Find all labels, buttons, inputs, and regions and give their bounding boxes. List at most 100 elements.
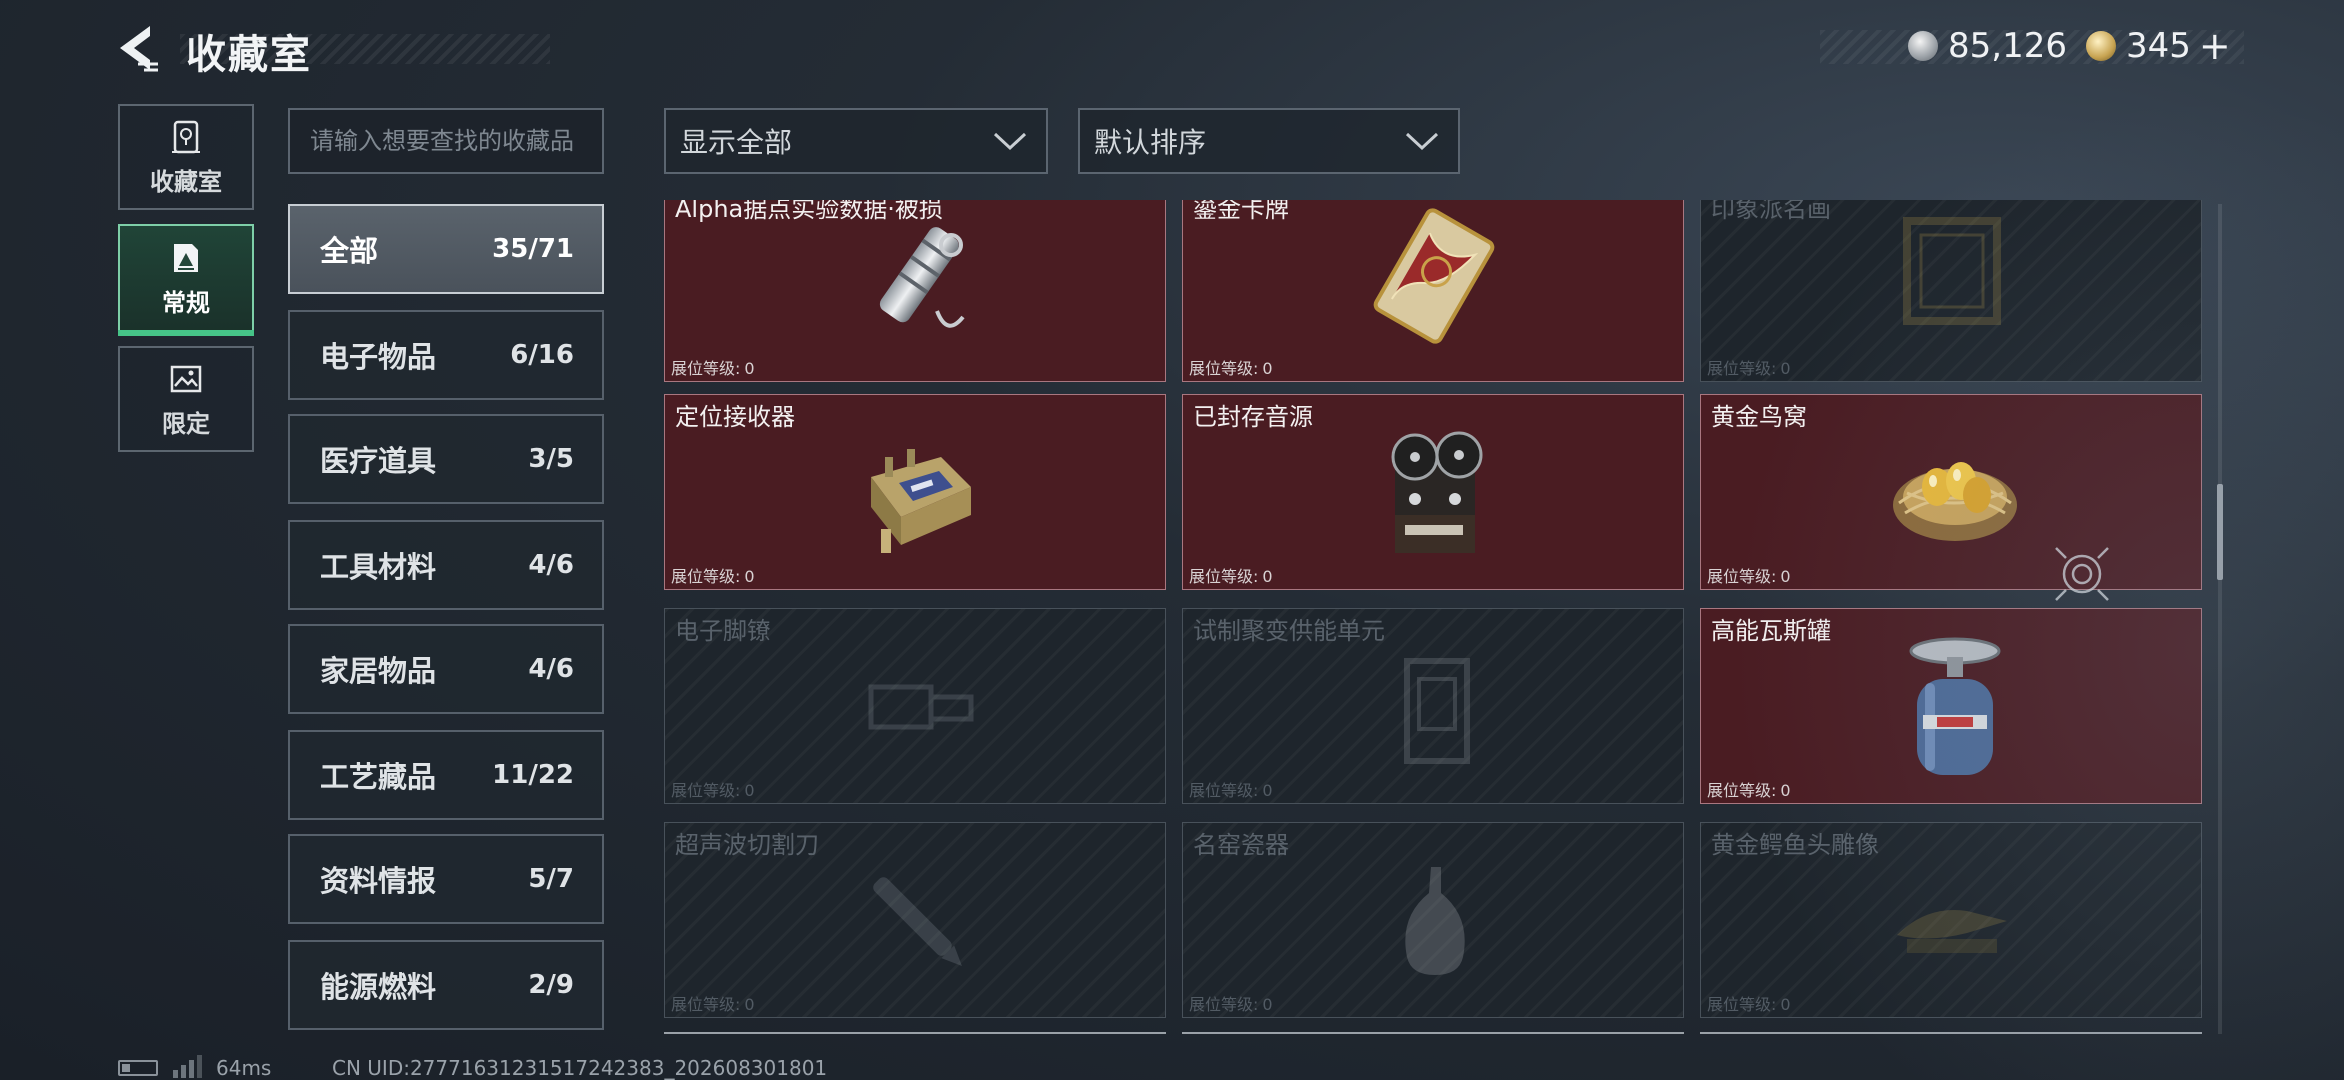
category-name: 工具材料 [320,550,437,584]
target-reticle-icon [2055,547,2109,601]
filter-dropdown[interactable]: 显示全部 [664,108,1048,174]
category-count: 11/22 [492,760,574,790]
collectible-level: 展位等级: 0 [671,355,755,379]
gold-coin-icon [2086,31,2116,61]
category-name: 能源燃料 [320,970,437,1004]
category-count: 5/7 [528,864,574,894]
level-label: 展位等级: [1189,995,1259,1014]
category-count: 6/16 [510,340,574,370]
back-arrow-icon [120,26,158,72]
category-all[interactable]: 全部 35/71 [288,204,604,294]
level-label: 展位等级: [1189,781,1259,800]
category-tools[interactable]: 工具材料 4/6 [288,520,604,610]
collectible-card[interactable]: 试制聚变供能单元 展位等级: 0 [1182,608,1684,804]
collectible-name: 黄金鳄鱼头雕像 [1711,831,1879,859]
level-value: 0 [1780,567,1791,586]
next-row-edge [664,1032,1166,1038]
collectible-card[interactable]: 超声波切割刀 展位等级: 0 [664,822,1166,1018]
user-uid: CN UID:27771631231517242383_202608301801 [332,1056,828,1080]
category-name: 医疗道具 [320,444,437,478]
collection-grid[interactable]: Alpha据点实验数据·被损 展位等级: 0 鎏金卡牌 展位等级: 0 印象派名画 [662,200,2206,1038]
category-count: 3/5 [528,444,574,474]
category-household[interactable]: 家居物品 4/6 [288,624,604,714]
category-medical[interactable]: 医疗道具 3/5 [288,414,604,504]
level-label: 展位等级: [1707,781,1777,800]
tab-limited[interactable]: 限定 [118,346,254,452]
search-input[interactable] [288,108,604,174]
collectible-card[interactable]: 印象派名画 展位等级: 0 [1700,200,2202,382]
silver-currency: 85,126 [1908,26,2067,66]
collectible-level: 展位等级: 0 [671,563,755,587]
category-electronics[interactable]: 电子物品 6/16 [288,310,604,400]
collectible-card[interactable]: 鎏金卡牌 展位等级: 0 [1182,200,1684,382]
collectible-level: 展位等级: 0 [671,777,755,801]
back-button[interactable] [116,24,160,72]
collectible-name: 超声波切割刀 [675,831,819,859]
reel-to-reel-icon [1391,431,1483,553]
collectible-level: 展位等级: 0 [1707,991,1791,1015]
collectible-level: 展位等级: 0 [1707,563,1791,587]
vault-icon [172,120,200,153]
level-value: 0 [1780,359,1791,378]
collectible-card[interactable]: 名窑瓷器 展位等级: 0 [1182,822,1684,1018]
gas-canister-icon [1909,637,2001,775]
collectible-level: 展位等级: 0 [1707,777,1791,801]
collectible-card[interactable]: 定位接收器 展位等级: 0 [664,394,1166,590]
collectible-name: 定位接收器 [675,403,795,431]
collectible-level: 展位等级: 0 [1189,355,1273,379]
painting-frame-icon [1903,217,2001,325]
level-label: 展位等级: [671,995,741,1014]
level-value: 0 [1780,781,1791,800]
collectible-level: 展位等级: 0 [1707,355,1791,379]
silver-coin-icon [1908,31,1938,61]
porcelain-vase-icon [1405,867,1465,975]
gold-crocodile-statue-icon [1897,910,2007,953]
filter-value: 显示全部 [680,126,793,159]
golden-nest-icon [1893,462,2017,541]
collectible-card[interactable]: 黄金鸟窝 展位等级: 0 [1700,394,2202,590]
ankle-monitor-icon [868,684,974,730]
category-intel[interactable]: 资料情报 5/7 [288,834,604,924]
silver-amount: 85,126 [1948,26,2067,66]
tab-regular[interactable]: 常规 [118,224,254,336]
add-currency-button[interactable]: + [2199,24,2231,68]
collectible-card[interactable]: 黄金鳄鱼头雕像 展位等级: 0 [1700,822,2202,1018]
cutter-icon [873,877,962,966]
level-value: 0 [1262,359,1273,378]
category-name: 电子物品 [320,340,437,374]
tab-collection-room[interactable]: 收藏室 [118,104,254,210]
level-label: 展位等级: [1189,359,1259,378]
ping-readout: 64ms [216,1056,272,1080]
category-name: 全部 [320,234,379,268]
category-energy[interactable]: 能源燃料 2/9 [288,940,604,1030]
collectible-name: 鎏金卡牌 [1193,200,1289,223]
tab-label: 收藏室 [150,167,222,196]
collectible-card[interactable]: 已封存音源 展位等级: 0 [1182,394,1684,590]
flashlight-keychain-icon [879,227,965,328]
collectible-level: 展位等级: 0 [671,991,755,1015]
collectible-level: 展位等级: 0 [1189,563,1273,587]
tab-label: 限定 [162,409,210,438]
gold-currency[interactable]: 345 + [2086,24,2231,68]
level-label: 展位等级: [671,567,741,586]
next-row-edge [1182,1032,1684,1038]
level-value: 0 [1262,781,1273,800]
level-value: 0 [1262,995,1273,1014]
scrollbar-thumb[interactable] [2217,484,2223,580]
sort-dropdown[interactable]: 默认排序 [1078,108,1460,174]
category-name: 工艺藏品 [320,760,437,794]
sort-value: 默认排序 [1094,126,1207,159]
collectible-name: 电子脚镣 [675,617,771,645]
page-title: 收藏室 [186,32,312,78]
level-value: 0 [744,995,755,1014]
chevron-down-icon [993,132,1027,151]
category-name: 资料情报 [320,864,437,898]
collectible-card[interactable]: 高能瓦斯罐 展位等级: 0 [1700,608,2202,804]
fusion-cell-icon [1404,658,1470,764]
category-crafts[interactable]: 工艺藏品 11/22 [288,730,604,820]
scrollbar-track[interactable] [2218,204,2222,1034]
collectible-card[interactable]: Alpha据点实验数据·被损 展位等级: 0 [664,200,1166,382]
collectible-card[interactable]: 电子脚镣 展位等级: 0 [664,608,1166,804]
gilded-card-icon [1373,208,1495,344]
battery-icon [118,1060,158,1076]
